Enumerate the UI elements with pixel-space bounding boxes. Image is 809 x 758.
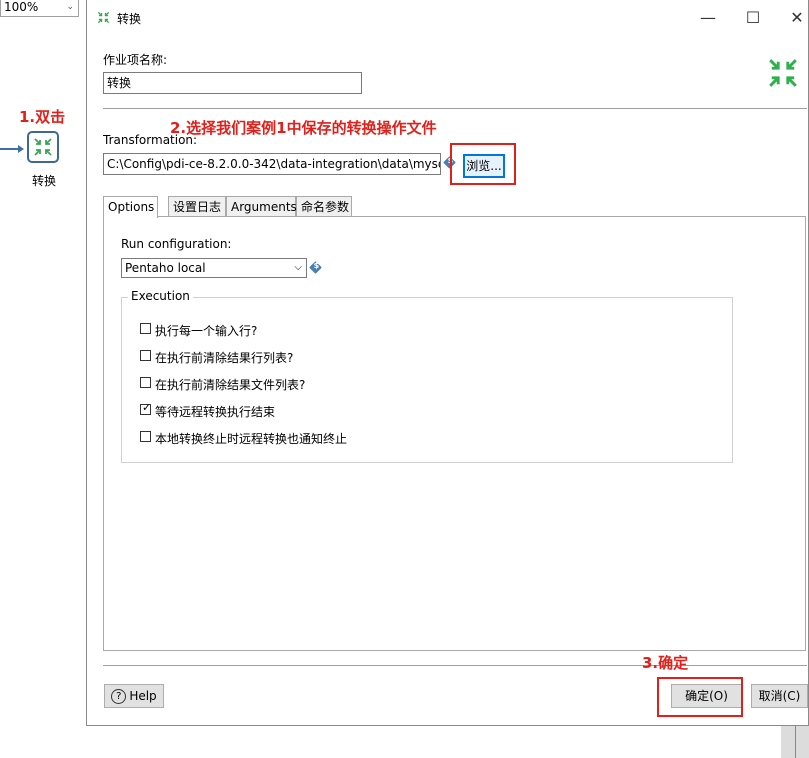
zoom-value: 100% [4,0,39,14]
transformation-step-node[interactable] [27,131,59,163]
checkbox-label: 本地转换终止时远程转换也通知终止 [155,432,348,446]
cancel-button[interactable]: 取消(C) [751,684,808,708]
tab-folder: Options 设置日志 Arguments 命名参数 Run configur… [103,196,807,651]
job-entry-name-input[interactable]: 转换 [103,72,362,94]
close-button[interactable]: ✕ [777,6,809,30]
help-label: Help [129,689,157,703]
checkbox-box[interactable] [140,323,151,334]
transformation-icon [769,59,797,87]
checkbox-label: 等待远程转换执行结束 [155,405,276,419]
annotation-step3: 3.确定 [642,654,689,672]
tab-logging[interactable]: 设置日志 [168,196,226,217]
tab-arguments[interactable]: Arguments [226,196,297,217]
separator [103,108,807,109]
chevron-down-icon: ⌵ [294,262,302,273]
zoom-select[interactable]: 100% ⌄ [0,0,79,17]
separator [103,665,807,666]
run-config-value: Pentaho local [125,261,206,275]
checkbox-box[interactable] [140,431,151,442]
help-icon: ? [111,689,127,704]
run-config-select[interactable]: Pentaho local ⌵ [121,258,307,278]
transformation-dialog: 转换 — ☐ ✕ 作业项名称: 转换 Transformation: C:\Co… [86,0,809,726]
transformation-icon [34,138,52,156]
checkbox-label: 在执行前清除结果行列表? [155,351,294,365]
execution-group: Execution 执行每一个输入行? 在执行前清除结果行列表? 在执行前清除结… [121,289,733,463]
checkbox-box[interactable]: ✓ [140,401,152,415]
scrollbar-fragment [781,726,809,758]
highlight-ok [657,677,743,717]
annotation-step1: 1.双击 [19,108,66,126]
execution-group-title: Execution [128,289,193,303]
highlight-browse [450,143,516,185]
variable-icon[interactable] [309,261,322,274]
dialog-title: 转换 [117,12,142,26]
job-entry-name-label: 作业项名称: [103,53,168,67]
transformation-icon [97,11,110,24]
checkbox-box[interactable] [140,377,151,388]
tab-options[interactable]: Options [103,196,158,218]
checkbox-box[interactable] [140,350,151,361]
step-label: 转换 [31,174,56,188]
run-config-label: Run configuration: [121,237,232,251]
help-button[interactable]: ? Help [104,684,164,708]
checkbox-label: 执行每一个输入行? [155,324,258,338]
tab-named-params[interactable]: 命名参数 [296,196,352,217]
title-bar[interactable]: 转换 — ☐ ✕ [87,0,808,36]
checkbox-label: 在执行前清除结果文件列表? [155,378,306,392]
transformation-path-input[interactable]: C:\Config\pdi-ce-8.2.0.0-342\data-integr… [103,153,441,175]
minimize-button[interactable]: — [688,6,728,30]
options-panel: Run configuration: Pentaho local ⌵ Execu… [103,216,806,651]
maximize-button[interactable]: ☐ [733,6,773,30]
checkmark-icon: ✓ [142,401,152,414]
hop-arrow [0,145,24,153]
annotation-step2: 2.选择我们案例1中保存的转换操作文件 [170,119,437,137]
chevron-down-icon: ⌄ [66,2,74,12]
